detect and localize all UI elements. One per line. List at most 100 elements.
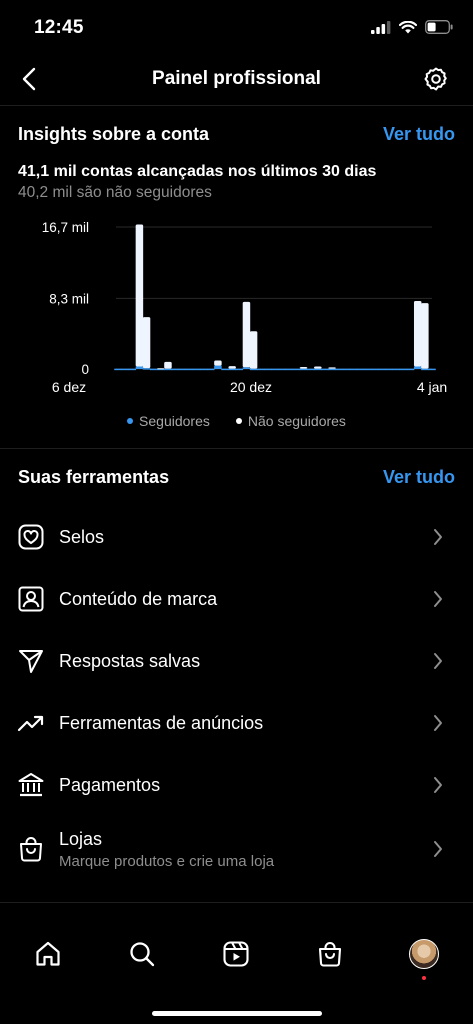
- y-tick-label: 8,3 mil: [49, 291, 89, 306]
- search-icon: [130, 942, 155, 967]
- chevron-right-icon: [431, 775, 445, 795]
- tool-row-ad-tools[interactable]: Ferramentas de anúncios: [0, 692, 473, 754]
- status-time: 12:45: [34, 17, 84, 38]
- insights-see-all-link[interactable]: Ver tudo: [383, 124, 455, 145]
- bar-followers: [235, 368, 244, 371]
- tool-text: Ferramentas de anúncios: [59, 713, 263, 734]
- y-tick-label: 16,7 mil: [42, 220, 89, 235]
- bar-followers: [214, 365, 222, 369]
- bar-followers: [299, 368, 308, 371]
- section-divider: [0, 448, 473, 449]
- tab-shop[interactable]: [314, 938, 346, 970]
- shopping-bag-icon: [318, 941, 342, 967]
- tool-row-payments[interactable]: Pagamentos: [0, 754, 473, 816]
- tool-row-branded-content[interactable]: Conteúdo de marca: [0, 568, 473, 630]
- avatar: [409, 939, 439, 969]
- bar-followers: [385, 368, 393, 371]
- signal-icon: [371, 20, 391, 34]
- bar-followers: [264, 368, 272, 371]
- bar-followers: [271, 368, 279, 371]
- bar-followers: [249, 368, 258, 371]
- legend-item-followers: Seguidores: [127, 413, 210, 429]
- bar-followers: [413, 366, 422, 369]
- bar-followers: [378, 368, 386, 371]
- bar-followers: [349, 368, 358, 371]
- bar-non-followers: [157, 368, 165, 370]
- tab-profile[interactable]: [408, 938, 440, 970]
- legend-dot-non-followers: [235, 418, 242, 424]
- bar-followers: [256, 368, 265, 371]
- bar-followers: [149, 368, 158, 371]
- bar-non-followers: [228, 366, 236, 369]
- status-icons: [371, 20, 453, 34]
- chevron-right-icon: [431, 839, 445, 859]
- x-tick-label: 4 jan: [417, 379, 447, 395]
- bar-followers: [285, 368, 294, 371]
- legend-label-non-followers: Não seguidores: [247, 413, 346, 429]
- shopping-bag-icon: [17, 835, 45, 863]
- bar-non-followers: [142, 317, 151, 369]
- bar-followers: [356, 368, 365, 371]
- tab-reels[interactable]: [220, 938, 252, 970]
- bar-non-followers: [164, 361, 172, 369]
- bar-non-followers: [249, 331, 258, 369]
- bar-followers: [371, 368, 379, 371]
- tool-text: Respostas salvas: [59, 651, 200, 672]
- bar-followers: [185, 368, 194, 371]
- tool-row-saved-replies[interactable]: Respostas salvas: [0, 630, 473, 692]
- settings-button[interactable]: [421, 64, 451, 94]
- insights-summary: 41,1 mil contas alcançadas nos últimos 3…: [18, 163, 377, 180]
- bar-followers: [399, 368, 408, 371]
- legend-label-followers: Seguidores: [139, 413, 210, 429]
- insights-subsummary: 40,2 mil são não seguidores: [18, 184, 212, 201]
- bar-followers: [228, 368, 236, 371]
- bar-non-followers: [242, 301, 251, 368]
- bar-followers: [192, 368, 201, 371]
- battery-icon: [425, 20, 453, 34]
- header: Painel profissional: [0, 56, 473, 106]
- insights-title: Insights sobre a conta: [18, 124, 210, 144]
- bar-followers: [171, 368, 179, 371]
- y-tick-label: 0: [81, 362, 89, 377]
- bar-followers: [321, 368, 329, 371]
- bar-followers: [135, 366, 144, 369]
- page-title: Painel profissional: [152, 68, 321, 89]
- tools-header: Suas ferramentas Ver tudo: [18, 467, 455, 488]
- tool-label: Respostas salvas: [59, 650, 201, 671]
- x-tick-label: 6 dez: [52, 379, 86, 395]
- bar-followers: [128, 368, 137, 371]
- legend-item-non-followers: Não seguidores: [235, 413, 346, 429]
- tab-search[interactable]: [126, 938, 158, 970]
- bar-followers: [364, 368, 372, 371]
- bar-followers: [314, 368, 322, 371]
- bar-non-followers: [421, 303, 429, 369]
- wifi-icon: [399, 20, 417, 33]
- bar-followers: [121, 368, 129, 371]
- bar-followers: [114, 368, 122, 371]
- chevron-right-icon: [431, 713, 445, 733]
- bank-icon: [17, 771, 45, 799]
- tab-home[interactable]: [32, 938, 64, 970]
- tool-row-shops[interactable]: Lojas Marque produtos e crie uma loja: [0, 816, 473, 882]
- chevron-right-icon: [431, 527, 445, 547]
- tool-label: Pagamentos: [59, 774, 161, 795]
- tool-text: Lojas Marque produtos e crie uma loja: [59, 829, 274, 870]
- bar-followers: [306, 368, 315, 371]
- bar-non-followers: [135, 224, 144, 367]
- gear-icon: [424, 67, 447, 91]
- tool-sublabel: Marque produtos e crie uma loja: [59, 852, 275, 870]
- bar-followers: [164, 368, 172, 371]
- bar-followers: [392, 368, 401, 371]
- section-divider: [0, 902, 473, 903]
- bar-non-followers: [299, 366, 308, 369]
- status-bar: 12:45: [0, 0, 473, 56]
- tools-see-all-link[interactable]: Ver tudo: [383, 467, 455, 488]
- bar-followers: [142, 368, 151, 370]
- tool-text: Pagamentos: [59, 775, 160, 796]
- bar-followers: [178, 368, 186, 371]
- tool-row-badges[interactable]: Selos: [0, 506, 473, 568]
- bar-non-followers: [328, 367, 336, 369]
- insights-header: Insights sobre a conta Ver tudo: [18, 124, 455, 145]
- bar-followers: [207, 368, 215, 371]
- bar-non-followers: [214, 360, 222, 366]
